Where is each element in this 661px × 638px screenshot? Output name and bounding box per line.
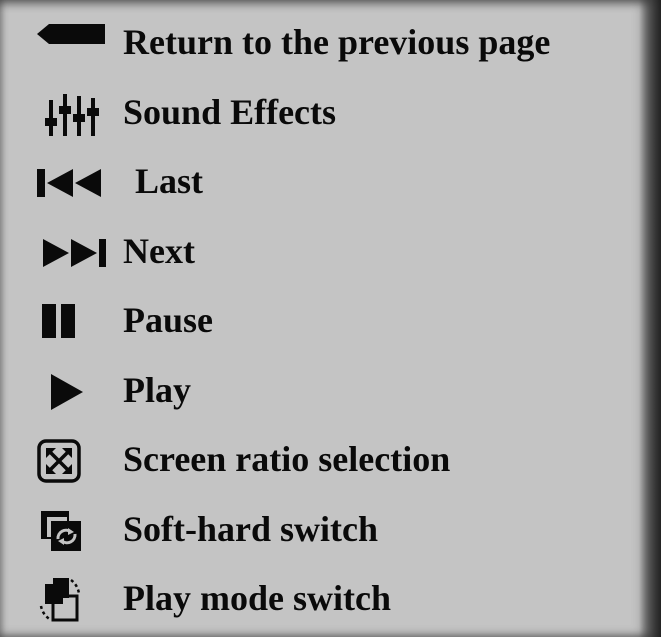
aspect-ratio-icon <box>33 437 107 485</box>
legend-panel: Return to the previous page Sound Effect… <box>0 0 661 637</box>
legend-label-next: Next <box>123 230 195 271</box>
skip-previous-icon <box>33 159 107 207</box>
legend-list: Return to the previous page Sound Effect… <box>0 12 640 638</box>
skip-next-icon <box>33 229 107 277</box>
legend-item-soft-hard: Soft-hard switch <box>0 499 640 569</box>
pause-icon <box>33 298 107 346</box>
legend-item-screen-ratio: Screen ratio selection <box>0 429 640 499</box>
legend-label-pause: Pause <box>123 300 213 340</box>
legend-label-sound-effects: Sound Effects <box>123 91 337 132</box>
play-mode-icon <box>33 576 107 624</box>
play-icon <box>33 368 107 416</box>
legend-item-last: Last <box>0 151 640 221</box>
legend-item-play: Play <box>0 360 640 430</box>
legend-item-pause: Pause <box>0 290 640 360</box>
legend-label-return: Return to the previous page <box>123 22 551 62</box>
legend-label-play: Play <box>123 369 191 410</box>
legend-item-next: Next <box>0 221 640 291</box>
equalizer-icon <box>33 90 107 138</box>
legend-item-return: Return to the previous page <box>0 12 640 82</box>
legend-label-last: Last <box>135 161 204 201</box>
legend-label-screen-ratio: Screen ratio selection <box>123 439 451 479</box>
legend-label-soft-hard: Soft-hard switch <box>123 508 379 549</box>
legend-item-play-mode: Play mode switch <box>0 568 640 638</box>
legend-label-play-mode: Play mode switch <box>123 578 391 618</box>
legend-item-sound-effects: Sound Effects <box>0 82 640 152</box>
back-arrow-icon <box>33 20 107 68</box>
decoder-switch-icon <box>33 507 107 555</box>
